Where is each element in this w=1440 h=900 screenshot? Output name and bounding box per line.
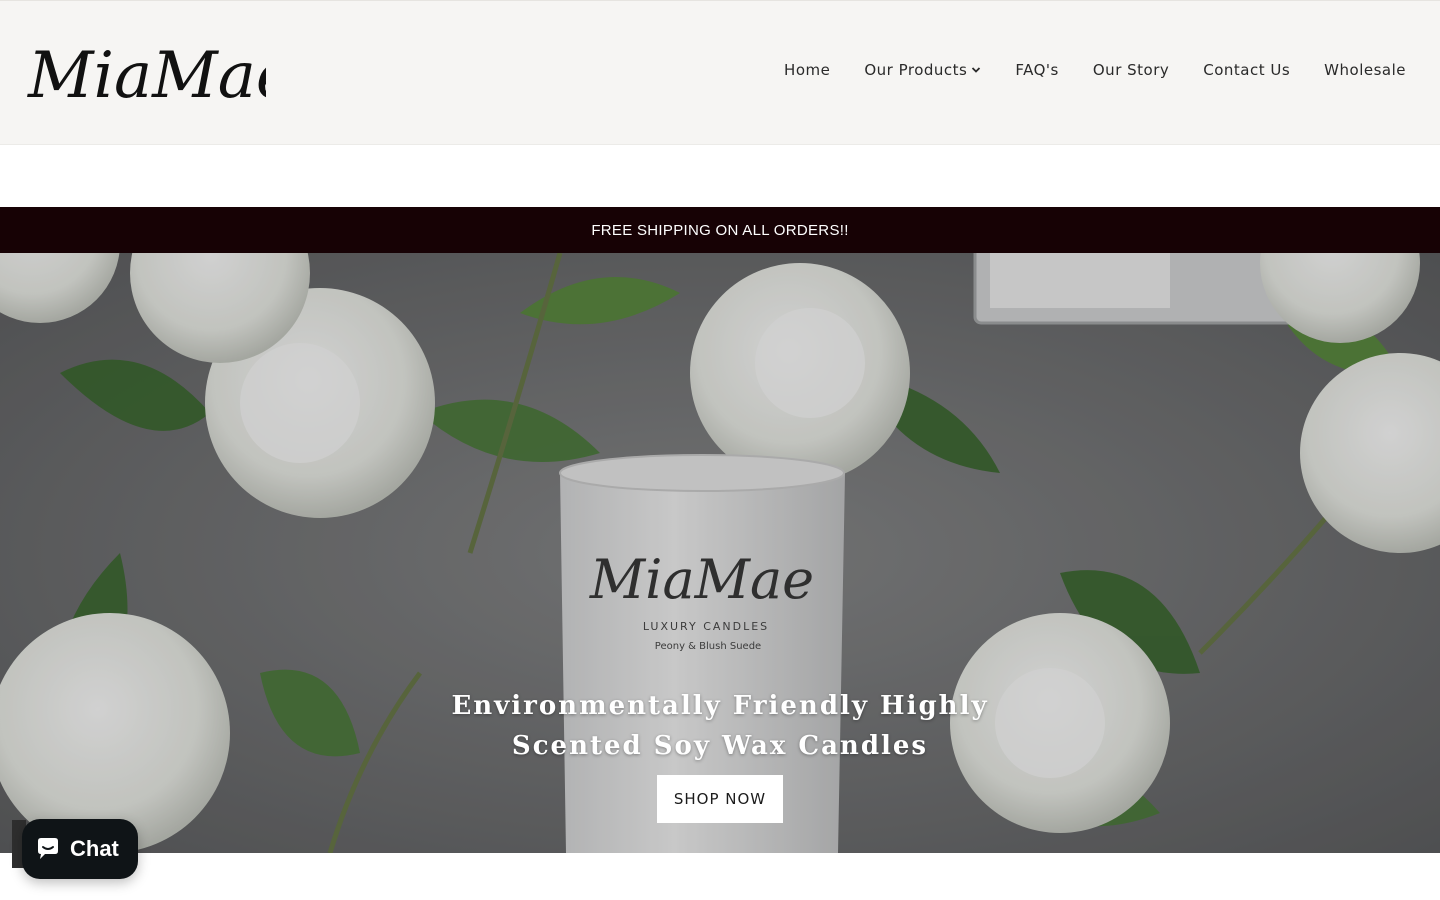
shop-now-button[interactable]: SHOP NOW: [657, 775, 783, 823]
header-spacer: [0, 145, 1440, 207]
nav-faqs[interactable]: FAQ's: [1015, 61, 1059, 79]
chat-bubble-icon: [38, 838, 58, 859]
hero-headline: Environmentally Friendly Highly Scented …: [420, 686, 1020, 766]
hero-headline-line2: Scented Soy Wax Candles: [511, 731, 929, 761]
brand-logo[interactable]: MiaMae: [26, 27, 294, 117]
svg-text:MiaMae: MiaMae: [27, 39, 266, 113]
hero-banner: MiaMae LUXURY CANDLES Peony & Blush Sued…: [0, 253, 1440, 853]
hero-headline-line1: Environmentally Friendly Highly: [451, 691, 989, 721]
nav-our-products-label: Our Products: [864, 61, 968, 79]
nav-home-label: Home: [784, 61, 831, 79]
site-header: MiaMae Home Our Products FAQ's Our Story…: [0, 0, 1440, 145]
nav-our-story[interactable]: Our Story: [1093, 61, 1169, 79]
nav-our-story-label: Our Story: [1092, 61, 1170, 79]
brand-logo-mark: MiaMae: [27, 39, 294, 113]
main-navigation: Home Our Products FAQ's Our Story Contac…: [784, 61, 1406, 79]
chevron-down-icon: [972, 67, 981, 73]
nav-contact-us-label: Contact Us: [1203, 61, 1291, 79]
chat-button[interactable]: Chat: [22, 819, 138, 879]
nav-our-products[interactable]: Our Products: [864, 61, 981, 79]
nav-home[interactable]: Home: [784, 61, 830, 79]
announcement-bar: FREE SHIPPING ON ALL ORDERS!!: [0, 207, 1440, 253]
chat-label: Chat: [70, 836, 119, 861]
nav-wholesale[interactable]: Wholesale: [1324, 61, 1406, 79]
announcement-text: FREE SHIPPING ON ALL ORDERS!!: [591, 221, 849, 239]
nav-contact-us[interactable]: Contact Us: [1203, 61, 1290, 79]
nav-faqs-label: FAQ's: [1015, 61, 1059, 79]
nav-wholesale-label: Wholesale: [1324, 61, 1406, 79]
